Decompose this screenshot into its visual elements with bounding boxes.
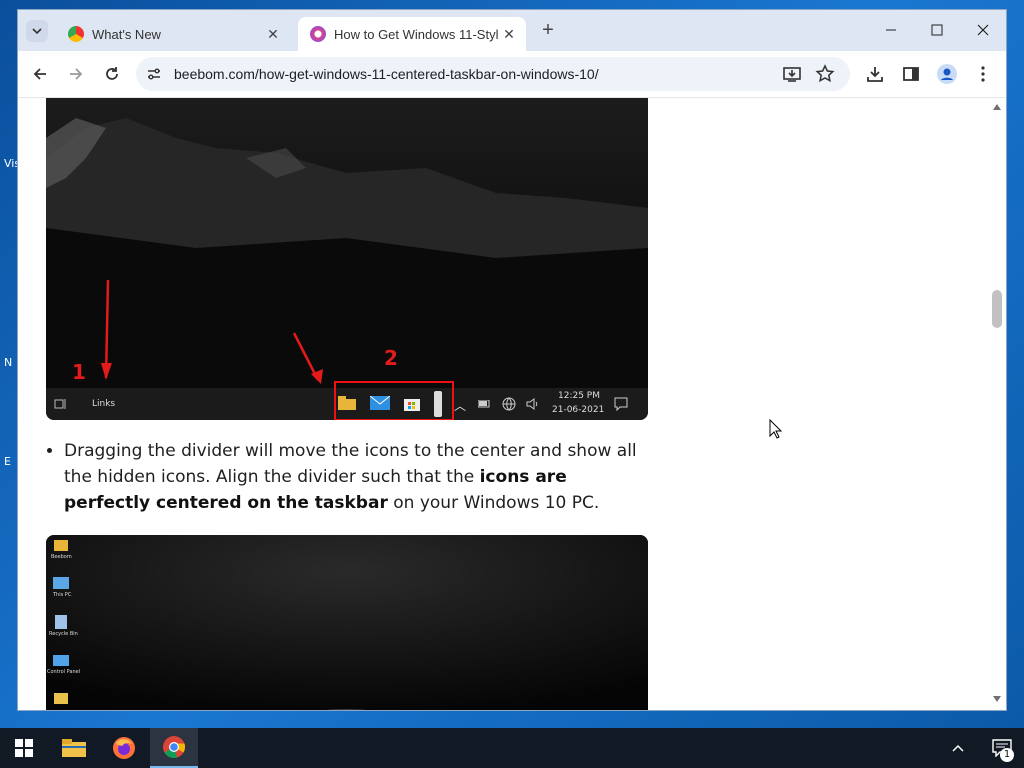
taskbar-firefox[interactable] [100, 728, 148, 768]
tab-strip: What's New ✕ How to Get Windows 11-Style… [18, 10, 1006, 51]
reload-button[interactable] [99, 61, 125, 87]
scroll-up-arrow[interactable] [993, 104, 1001, 110]
desktop-screenshot [46, 535, 648, 710]
tab-close-button[interactable]: ✕ [262, 26, 284, 43]
tab-title: How to Get Windows 11-Style [334, 26, 498, 42]
desktop-icon-label[interactable]: E [4, 455, 11, 468]
reload-icon [106, 67, 118, 80]
desktop-icon-label: Recycle Bin [49, 631, 78, 637]
article-image-taskbar: 1 2 3 Links ︿ 12:25 PM 21-06-2021 [46, 98, 648, 420]
tab-how-to-windows-11[interactable]: How to Get Windows 11-Style ✕ [298, 17, 526, 51]
firefox-icon [113, 737, 135, 759]
install-app-icon[interactable] [782, 64, 802, 84]
browser-toolbar: beebom.com/how-get-windows-11-centered-t… [18, 51, 1006, 98]
minimize-button[interactable] [868, 10, 914, 50]
download-icon [867, 67, 883, 82]
url-text[interactable]: beebom.com/how-get-windows-11-centered-t… [174, 66, 599, 82]
article-bullet-paragraph: Dragging the divider will move the icons… [46, 438, 646, 516]
chevron-down-icon [32, 28, 42, 34]
taskbar-file-explorer[interactable] [50, 728, 98, 768]
menu-button[interactable] [972, 63, 994, 85]
page-scrollbar[interactable] [988, 98, 1006, 710]
profile-avatar-icon [937, 64, 957, 84]
desktop-icon-label[interactable]: N [4, 356, 12, 369]
site-info-icon[interactable] [146, 66, 162, 82]
side-panel-button[interactable] [900, 63, 922, 85]
show-hidden-icons-chevron: ︿ [454, 399, 467, 413]
mountain-photo [46, 98, 648, 388]
close-icon [977, 24, 989, 36]
chrome-icon [68, 26, 84, 42]
mouse-cursor-icon [769, 419, 783, 439]
side-panel-icon [903, 67, 919, 81]
beebom-favicon-icon [310, 26, 326, 42]
tab-title: What's New [92, 26, 161, 42]
desktop-icon-label: This PC [53, 592, 72, 598]
annotation-number: 1 [72, 360, 86, 384]
windows-taskbar: 1 [0, 728, 1024, 768]
links-toolbar-label: Links [92, 399, 116, 409]
volume-icon [526, 398, 538, 410]
web-page-content: 1 2 3 Links ︿ 12:25 PM 21-06-2021 Dra [18, 98, 988, 710]
profile-button[interactable] [936, 63, 958, 85]
back-button[interactable] [27, 61, 53, 87]
browser-window: What's New ✕ How to Get Windows 11-Style… [18, 10, 1006, 710]
tab-whats-new[interactable]: What's New ✕ [56, 17, 290, 51]
back-arrow-icon [33, 68, 46, 80]
maximize-button[interactable] [914, 10, 960, 50]
article-image-desktop: Beebom This PC Recycle Bin Control Panel [46, 535, 648, 710]
notifications-button[interactable]: 1 [980, 728, 1024, 768]
maximize-icon [931, 24, 943, 36]
task-view-icon [54, 399, 66, 409]
folder-icon [62, 739, 86, 757]
desktop-icon-label: Beebom [51, 554, 72, 560]
minimize-icon [886, 29, 896, 31]
clock-date: 21-06-2021 [552, 405, 605, 415]
desktop-icon-label: Control Panel [47, 669, 81, 675]
scroll-down-arrow[interactable] [993, 696, 1001, 702]
tab-close-button[interactable]: ✕ [498, 26, 520, 43]
start-button[interactable] [0, 728, 48, 768]
globe-icon [502, 397, 516, 411]
more-vertical-icon [981, 66, 985, 82]
downloads-button[interactable] [864, 63, 886, 85]
scrollbar-thumb[interactable] [992, 290, 1002, 328]
highlight-box [334, 381, 454, 420]
bookmark-star-icon[interactable] [815, 64, 835, 84]
annotation-number: 2 [384, 346, 398, 370]
windows-logo-icon [15, 739, 33, 757]
tab-search-button[interactable] [26, 20, 48, 42]
bullet-text: on your Windows 10 PC. [387, 493, 600, 513]
list-item: Dragging the divider will move the icons… [64, 438, 646, 516]
new-tab-button[interactable]: + [538, 20, 558, 41]
clock-time: 12:25 PM [558, 391, 600, 401]
forward-button[interactable] [63, 61, 89, 87]
chrome-icon [163, 736, 186, 759]
taskbar-chrome[interactable] [150, 728, 198, 768]
close-window-button[interactable] [960, 10, 1006, 50]
battery-icon [478, 400, 490, 408]
show-hidden-icons-button[interactable] [936, 728, 980, 768]
notification-badge: 1 [1000, 748, 1014, 762]
chevron-up-icon [952, 744, 964, 752]
action-center-icon [614, 397, 628, 411]
address-bar[interactable]: beebom.com/how-get-windows-11-centered-t… [136, 57, 850, 91]
forward-arrow-icon [70, 68, 83, 80]
